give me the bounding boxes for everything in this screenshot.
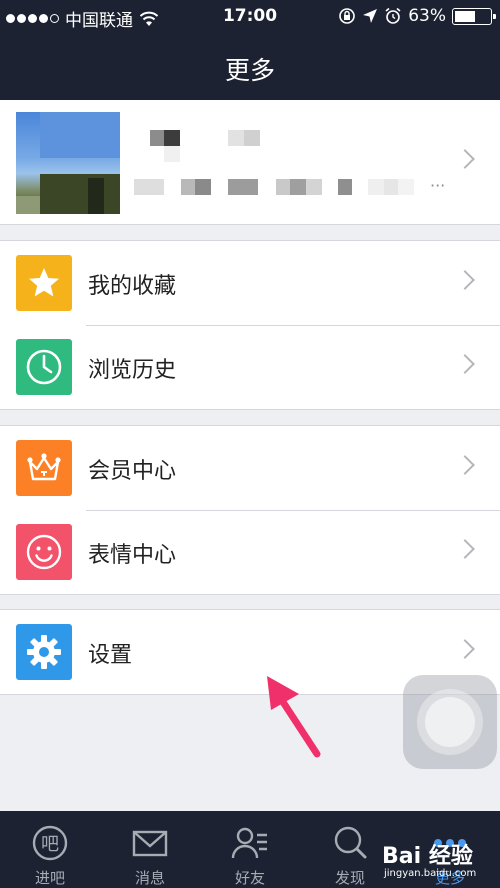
gear-icon: [16, 624, 72, 680]
location-arrow-icon: [363, 9, 378, 23]
battery-fill: [455, 10, 475, 22]
profile-row[interactable]: ···: [0, 100, 500, 225]
menu-item-favorites[interactable]: 我的收藏: [0, 241, 500, 325]
page-title: 更多: [224, 56, 275, 85]
smiley-icon: [16, 524, 72, 580]
envelope-icon: [132, 830, 168, 857]
menu-item-emoji-center[interactable]: 表情中心: [0, 510, 500, 594]
battery-percent: 63%: [408, 6, 446, 26]
menu-group-favorites-history: 我的收藏 浏览历史: [0, 240, 500, 410]
clock-icon: [16, 339, 72, 395]
watermark-url: jingyan.baidu.com: [384, 868, 477, 879]
tieba-icon: 吧: [32, 825, 68, 861]
nav-bar: 更多: [0, 34, 500, 100]
chevron-right-icon: [455, 455, 475, 475]
menu-item-vip-center[interactable]: 会员中心: [0, 426, 500, 510]
chevron-right-icon: [455, 539, 475, 559]
rotation-lock-icon: [339, 8, 356, 24]
tab-friends[interactable]: 好友: [200, 811, 300, 888]
menu-group-vip-emoji: 会员中心 表情中心: [0, 425, 500, 595]
chevron-right-icon: [455, 149, 475, 169]
alarm-icon: [385, 7, 401, 24]
watermark-text: Bai 经验: [382, 844, 473, 869]
tab-label: 好友: [234, 869, 265, 887]
menu-label: 表情中心: [88, 543, 177, 568]
menu-label: 浏览历史: [88, 358, 177, 383]
status-right: 63%: [338, 6, 496, 26]
star-icon: [16, 255, 72, 311]
avatar: [16, 112, 120, 214]
tab-messages[interactable]: 消息: [100, 811, 200, 888]
menu-label: 我的收藏: [88, 274, 177, 299]
tab-label: 进吧: [34, 869, 65, 887]
annotation-arrow: [267, 676, 321, 758]
menu-item-history[interactable]: 浏览历史: [0, 325, 500, 409]
battery-icon: [452, 7, 496, 25]
crown-icon: [16, 440, 72, 496]
status-bar: 中国联通 17:00 63%: [0, 0, 500, 34]
chevron-right-icon: [455, 270, 475, 290]
assistive-touch-button[interactable]: [403, 675, 497, 769]
tab-tieba[interactable]: 吧 进吧: [0, 811, 100, 888]
chevron-right-icon: [455, 354, 475, 374]
tab-label: 消息: [134, 869, 165, 887]
svg-text:吧: 吧: [41, 834, 59, 855]
chevron-right-icon: [455, 639, 475, 659]
search-icon: [334, 826, 367, 859]
friends-icon: [231, 827, 267, 859]
baidu-jingyan-watermark: Bai 经验 jingyan.baidu.com: [382, 836, 498, 884]
menu-label: 设置: [88, 643, 133, 668]
menu-label: 会员中心: [88, 459, 177, 484]
profile-ellipsis: ···: [430, 176, 446, 195]
